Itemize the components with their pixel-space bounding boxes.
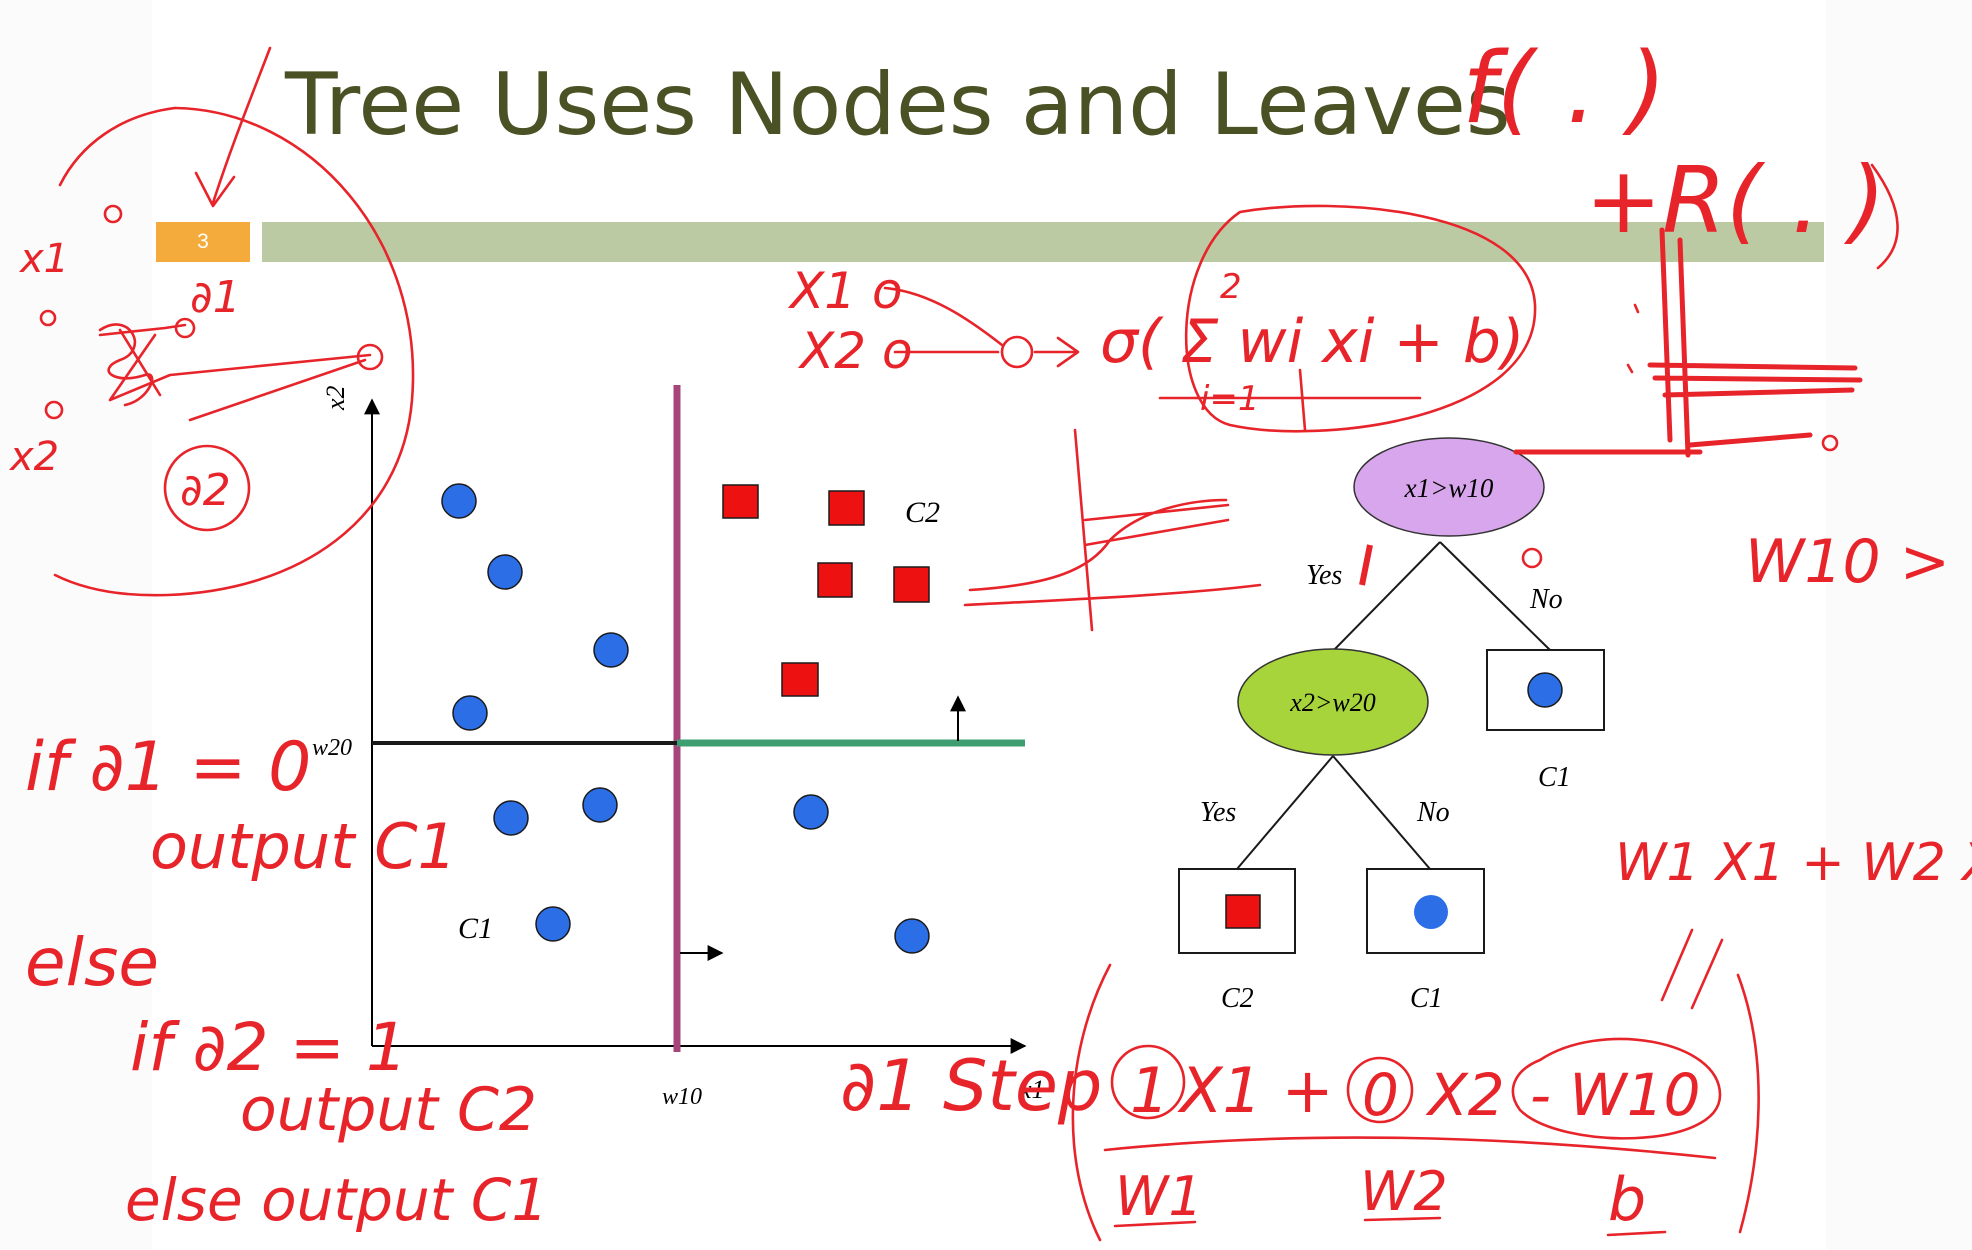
ink-node-e: [44, 400, 64, 420]
tree-label-no-root: No: [1529, 584, 1563, 615]
c2-point: [781, 662, 819, 697]
ink-arrow-down: [211, 46, 272, 205]
tree-child-condition: x2>w20: [1289, 688, 1375, 717]
ink-neuron-formula: σ( Σ wi xi + b): [1100, 307, 1524, 377]
ink-yes-mark: [1359, 544, 1373, 586]
ink-under-b: b: [1608, 1165, 1646, 1235]
c1-point: [582, 787, 618, 823]
ink-f-of: f( . ): [1462, 32, 1666, 146]
ink-rule-out1: output C1: [150, 810, 457, 883]
leaf-c1-marker: [1527, 672, 1563, 708]
c1-point: [487, 554, 523, 590]
tree-edge-root-yes: [1331, 541, 1441, 653]
ink-neuron-node: [1000, 335, 1034, 369]
leaf-label-c2: C2: [1221, 983, 1254, 1014]
ink-under-w2: W2: [1360, 1160, 1448, 1223]
c1-point: [493, 800, 529, 836]
ink-eq-w1: 1: [1130, 1054, 1169, 1127]
tree-root-condition: x1>w10: [1404, 473, 1494, 503]
x-tick-label-w10: w10: [662, 1084, 702, 1110]
scatter-plot: x2 x1 w10 w20 C2 C1: [312, 385, 1045, 1110]
ink-arrow-head: [194, 171, 236, 208]
tree-edge-child-yes: [1236, 755, 1334, 870]
ink-neuron-links: [883, 286, 1080, 368]
ink-neuron-input-1: X1 o: [787, 262, 903, 320]
ink-step-mark: [1626, 303, 1640, 374]
slide-canvas: x2 x1 w10 w20 C2 C1 x1>w10 x2>w20 Yes No…: [8, 32, 1972, 1242]
ink-big-circle-start: [58, 106, 177, 187]
ink-sigmoid-sketch: [963, 428, 1262, 632]
ink-step-dot: [1821, 434, 1839, 452]
c1-point: [452, 695, 488, 731]
c1-point: [441, 483, 477, 519]
c2-point: [722, 484, 759, 519]
class-c1-points: [441, 483, 930, 954]
leaf-label-c1-bottom: C1: [1410, 983, 1443, 1014]
handwritten-annotations: x1 x2 ∂1 ∂2 f( . ) +R( . ) X1 o X2 o σ( …: [8, 32, 1972, 1242]
y-tick-label-w20: w20: [312, 735, 352, 761]
ink-eq-x2: X2: [1425, 1061, 1505, 1129]
class-label-c2: C2: [905, 496, 940, 529]
c1-point: [894, 918, 930, 954]
ink-node-b: [174, 317, 196, 339]
tree-label-no-child: No: [1416, 797, 1450, 828]
ink-left-d1: ∂1: [190, 272, 241, 323]
ink-no-mark: [1521, 547, 1543, 569]
ink-underline-long: [1103, 1136, 1717, 1160]
c1-point: [535, 906, 571, 942]
ink-big-paren-right: [1736, 973, 1760, 1234]
ink-node-d: [39, 309, 57, 327]
ink-eq-b: - W10: [1530, 1061, 1701, 1129]
ink-rule-if1: if ∂1 = 0: [25, 728, 311, 807]
tree-label-yes-root: Yes: [1306, 560, 1342, 591]
ink-rule-else-out: else output C1: [125, 1166, 548, 1234]
ink-step-label: ∂1 Step: [840, 1045, 1102, 1127]
ink-w10-cond: W10 > 0: [1745, 527, 1972, 597]
tree-label-yes-child: Yes: [1200, 797, 1236, 828]
decision-tree: x1>w10 x2>w20 Yes No Yes No C1 C2 C1: [1178, 437, 1605, 1014]
class-c2-points: [722, 484, 930, 697]
ink-plus-r: +R( . ): [1585, 147, 1886, 254]
class-label-c1: C1: [458, 912, 493, 945]
ink-left-d2: ∂2: [180, 465, 231, 516]
c2-point: [817, 562, 853, 598]
ink-rule-out2: output C2: [240, 1075, 537, 1145]
ink-eq-x1: X1 +: [1177, 1054, 1334, 1127]
c1-point: [793, 794, 829, 830]
ink-linear-form: W1 X1 + W2 X2 + b: [1615, 833, 1972, 893]
ink-left-x2: x2: [8, 434, 59, 480]
c2-point: [893, 566, 930, 603]
leaf-label-c1-top: C1: [1538, 762, 1571, 793]
tree-edge-child-no: [1332, 755, 1431, 870]
c1-point: [593, 632, 629, 668]
ink-eq-w2: 0: [1362, 1061, 1399, 1129]
ink-under-w1: W1: [1115, 1165, 1203, 1228]
ink-sum-top: 2: [1220, 267, 1242, 307]
c2-point: [828, 490, 865, 526]
leaf-c2-marker: [1225, 894, 1261, 929]
y-axis-label: x2: [321, 385, 350, 411]
ink-equals-vertical: [1660, 928, 1724, 1010]
ink-left-x1: x1: [18, 236, 69, 282]
ink-node-a: [103, 204, 123, 224]
ink-rule-else: else: [25, 924, 159, 1001]
leaf-c1-bottom-marker: [1414, 895, 1448, 929]
ink-step-function: [1513, 227, 1863, 458]
